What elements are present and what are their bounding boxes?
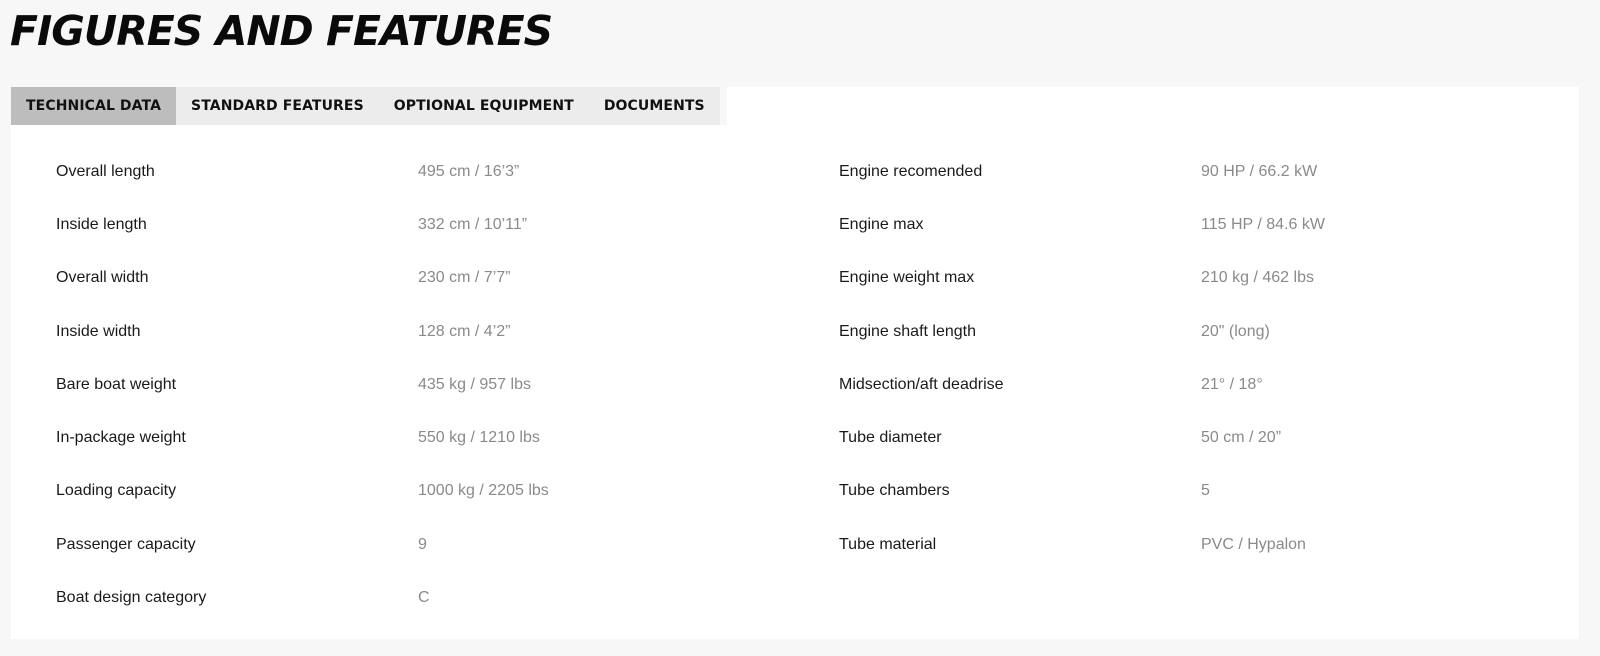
tab-optional-equipment[interactable]: OPTIONAL EQUIPMENT (379, 87, 589, 125)
spec-row: Bare boat weight 435 kg / 957 lbs (56, 358, 549, 411)
tab-bar-filler (727, 87, 1579, 125)
spec-row: Overall width 230 cm / 7’7” (56, 252, 549, 305)
spec-value: 90 HP / 66.2 kW (1201, 162, 1318, 180)
spec-label: Overall length (56, 162, 155, 180)
spec-label: Inside length (56, 215, 147, 233)
spec-value: 50 cm / 20” (1201, 429, 1282, 447)
spec-row: Boat design category C (56, 571, 549, 624)
spec-label: Tube material (839, 535, 937, 553)
spec-row: Tube chambers 5 (839, 465, 1325, 518)
spec-column-left: Overall length 495 cm / 16’3” Inside len… (56, 145, 549, 625)
spec-label: Boat design category (56, 589, 207, 607)
spec-column-right: Engine recomended 90 HP / 66.2 kW Engine… (839, 145, 1325, 571)
spec-value: 128 cm / 4’2” (418, 322, 511, 340)
spec-label: Engine shaft length (839, 322, 976, 340)
tab-documents[interactable]: DOCUMENTS (589, 87, 720, 125)
tab-technical-data[interactable]: TECHNICAL DATA (11, 87, 177, 125)
spec-value: 20" (long) (1201, 322, 1270, 340)
spec-value: 115 HP / 84.6 kW (1201, 215, 1325, 233)
spec-value: PVC / Hypalon (1201, 535, 1306, 553)
spec-row: Midsection/aft deadrise 21° / 18° (839, 358, 1325, 411)
spec-value: 230 cm / 7’7” (418, 269, 511, 287)
spec-value: 435 kg / 957 lbs (418, 375, 531, 393)
spec-label: Overall width (56, 269, 149, 287)
spec-value: 495 cm / 16’3” (418, 162, 520, 180)
spec-row: Inside width 128 cm / 4’2” (56, 305, 549, 358)
spec-value: 550 kg / 1210 lbs (418, 429, 540, 447)
spec-value: 5 (1201, 482, 1210, 500)
spec-row: In-package weight 550 kg / 1210 lbs (56, 411, 549, 464)
spec-row: Engine recomended 90 HP / 66.2 kW (839, 145, 1325, 198)
spec-value: 210 kg / 462 lbs (1201, 269, 1314, 287)
tab-standard-features[interactable]: STANDARD FEATURES (176, 87, 379, 125)
spec-row: Engine shaft length 20" (long) (839, 305, 1325, 358)
spec-label: Bare boat weight (56, 375, 177, 393)
spec-label: Engine max (839, 215, 924, 233)
spec-row: Inside length 332 cm / 10’11” (56, 198, 549, 251)
spec-row: Loading capacity 1000 kg / 2205 lbs (56, 465, 549, 518)
spec-row: Overall length 495 cm / 16’3” (56, 145, 549, 198)
spec-value: C (418, 589, 430, 607)
tab-bar: TECHNICAL DATA STANDARD FEATURES OPTIONA… (11, 87, 720, 125)
spec-row: Passenger capacity 9 (56, 518, 549, 571)
spec-label: Tube diameter (839, 429, 942, 447)
spec-row: Engine max 115 HP / 84.6 kW (839, 198, 1325, 251)
spec-row: Engine weight max 210 kg / 462 lbs (839, 252, 1325, 305)
spec-value: 21° / 18° (1201, 375, 1263, 393)
spec-label: Engine recomended (839, 162, 983, 180)
spec-label: Loading capacity (56, 482, 177, 500)
spec-row: Tube material PVC / Hypalon (839, 518, 1325, 571)
page-title: FIGURES AND FEATURES (10, 7, 553, 55)
spec-value: 9 (418, 535, 427, 553)
technical-data-panel: Overall length 495 cm / 16’3” Inside len… (11, 125, 1579, 639)
spec-label: Engine weight max (839, 269, 975, 287)
spec-value: 1000 kg / 2205 lbs (418, 482, 549, 500)
spec-label: Passenger capacity (56, 535, 196, 553)
spec-label: Inside width (56, 322, 141, 340)
spec-label: Midsection/aft deadrise (839, 375, 1004, 393)
spec-label: In-package weight (56, 429, 186, 447)
spec-row: Tube diameter 50 cm / 20” (839, 411, 1325, 464)
spec-label: Tube chambers (839, 482, 950, 500)
spec-value: 332 cm / 10’11” (418, 215, 528, 233)
